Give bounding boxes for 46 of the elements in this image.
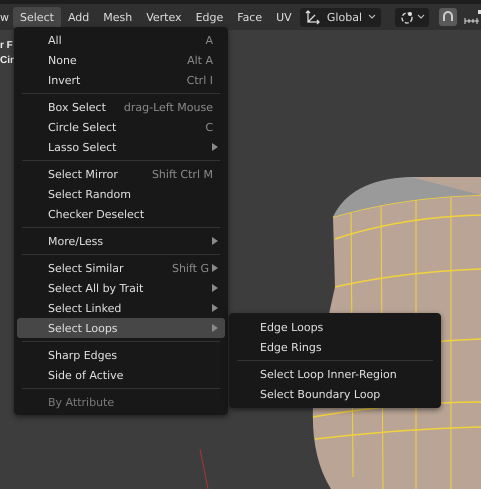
header-menu[interactable]: w	[0, 6, 13, 28]
shortcut-label: C	[205, 120, 213, 134]
header-menu[interactable]: Vertex	[139, 6, 189, 28]
menu-item[interactable]: Checker Deselect	[17, 204, 225, 224]
menu-item[interactable]: Select Similar Shift G	[17, 258, 225, 278]
magnet-icon	[441, 10, 455, 24]
header-menu[interactable]: Select	[13, 6, 61, 28]
menu-item[interactable]: Select Boundary Loop	[232, 384, 438, 404]
panel-label: Cir	[0, 55, 14, 66]
menu-item[interactable]: Lasso Select	[17, 137, 225, 157]
axis-line	[198, 449, 210, 489]
menu-item[interactable]: All A	[17, 30, 225, 50]
shortcut-label: A	[205, 34, 213, 46]
menu-item[interactable]: Side of Active	[17, 365, 225, 385]
menu-item[interactable]: Sharp Edges	[17, 345, 225, 365]
shortcut-label: Shift G	[172, 262, 209, 274]
shortcut-label: Shift Ctrl M	[152, 168, 213, 180]
increment-icon[interactable]	[463, 9, 481, 25]
shortcut-label: Alt A	[187, 54, 213, 66]
menu-item[interactable]: More/Less	[17, 231, 225, 251]
menu-item[interactable]: Select Mirror Shift Ctrl M	[17, 164, 225, 184]
shortcut-label: Ctrl I	[186, 74, 213, 86]
menu-item[interactable]: Invert Ctrl I	[17, 70, 225, 90]
menu-item[interactable]: Select Loops	[17, 318, 225, 338]
header-menu[interactable]: Mesh	[96, 6, 140, 28]
menu-item[interactable]: Select All by Trait	[17, 278, 225, 298]
menu-item[interactable]: None Alt A	[17, 50, 225, 70]
menu-item[interactable]: Box Select drag-Left Mouse	[17, 97, 225, 117]
axes-icon	[304, 9, 321, 25]
header-menu[interactable]: Face	[230, 6, 270, 28]
orientation-dropdown[interactable]: Global	[300, 8, 381, 26]
header-menu[interactable]: UV	[269, 6, 299, 28]
header-menu[interactable]: Add	[60, 6, 96, 28]
chevron-icon	[368, 14, 376, 20]
header-menu[interactable]: Edge	[188, 6, 230, 28]
menu-item[interactable]: Select Linked	[17, 298, 225, 318]
menu-item[interactable]: Select Random	[17, 184, 225, 204]
menu-item[interactable]: Select Loop Inner-Region	[232, 364, 438, 384]
panel-label: r F	[0, 40, 13, 51]
snap-toggle[interactable]	[439, 8, 457, 26]
menu-item[interactable]: Edge Loops	[232, 317, 438, 337]
menu-item[interactable]: Edge Rings	[232, 337, 438, 357]
pivot-dropdown[interactable]	[395, 8, 429, 26]
menu-item[interactable]: Circle Select C	[17, 117, 225, 137]
shortcut-label: drag-Left Mouse	[124, 100, 213, 114]
chevron-icon	[417, 14, 425, 20]
